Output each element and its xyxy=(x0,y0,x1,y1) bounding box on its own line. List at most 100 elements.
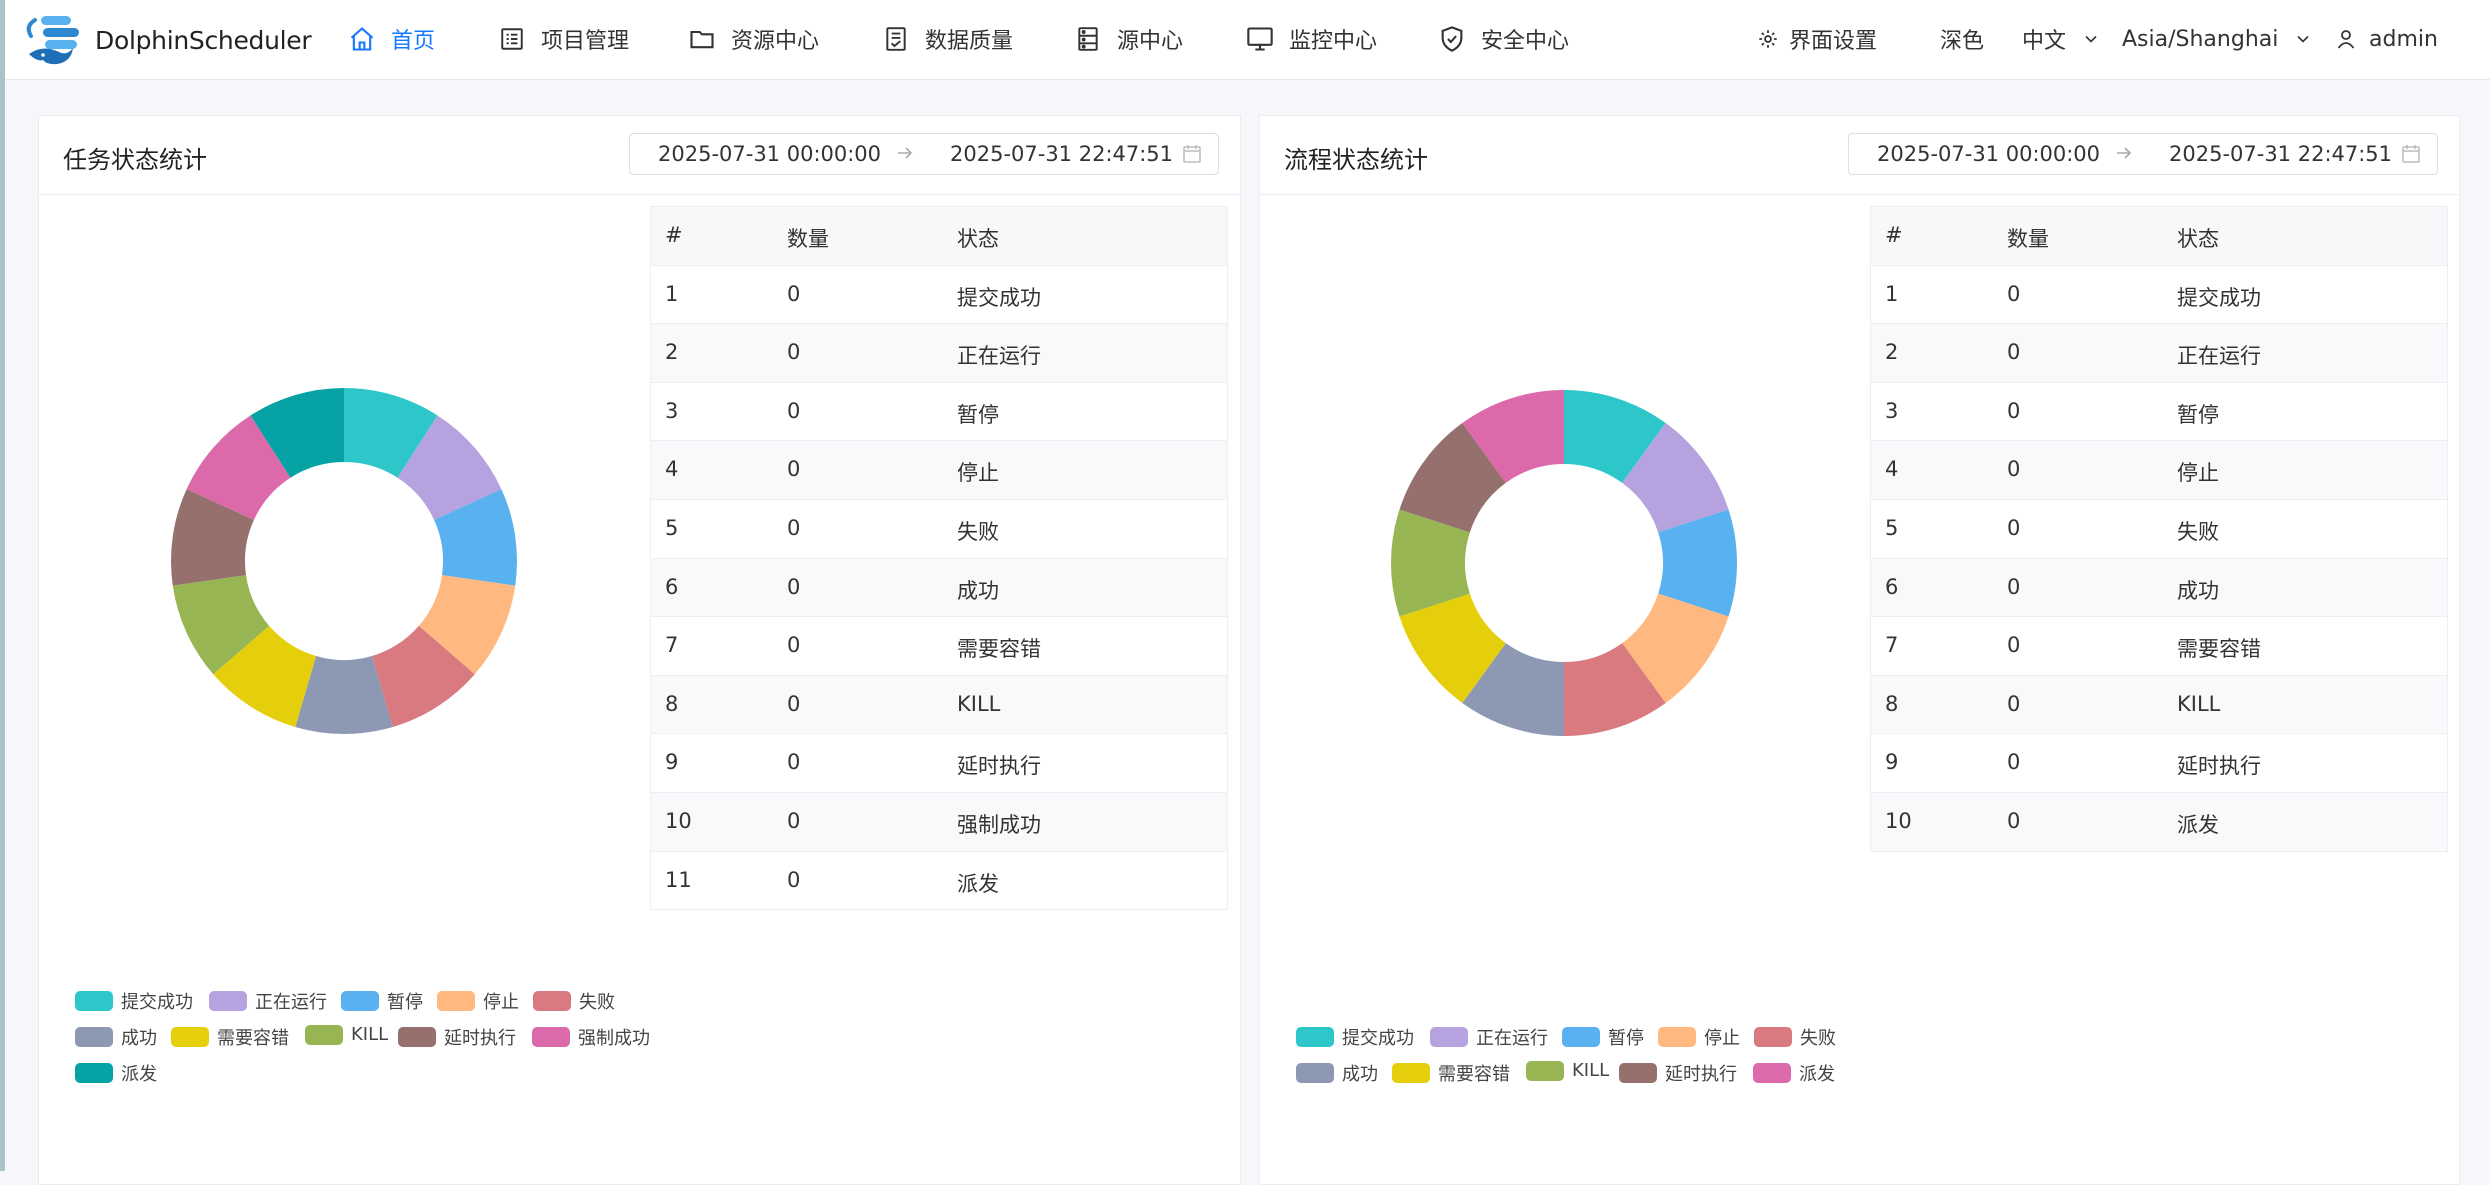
table-cell: 8 xyxy=(665,691,679,716)
legend-item[interactable]: 提交成功 xyxy=(1296,1024,1414,1050)
legend-swatch xyxy=(1296,1027,1334,1047)
legend-label: 派发 xyxy=(1799,1064,1835,1085)
card-title: 任务状态统计 xyxy=(63,146,207,174)
table-cell: 6 xyxy=(1885,574,1899,599)
table-row: 9 0 延时执行 xyxy=(651,734,1227,793)
table-row: 2 0 正在运行 xyxy=(1871,324,2447,383)
legend-label: 派发 xyxy=(121,1064,157,1085)
legend-item[interactable]: 停止 xyxy=(437,988,519,1014)
legend-item[interactable]: 暂停 xyxy=(1562,1024,1644,1050)
timezone-select[interactable]: Asia/Shanghai xyxy=(2122,0,2310,78)
table-cell: 正在运行 xyxy=(957,344,1041,369)
table-row: 8 0 KILL xyxy=(651,675,1227,735)
table-cell: 提交成功 xyxy=(2177,285,2261,310)
legend-item[interactable]: 需要容错 xyxy=(1392,1060,1510,1086)
arrow-right-icon xyxy=(2114,143,2134,168)
table-cell: 停止 xyxy=(2177,461,2219,486)
table-cell: 暂停 xyxy=(957,402,999,427)
date-range-picker[interactable]: 2025-07-31 00:00:00 2025-07-31 22:47:51 xyxy=(1848,133,2438,175)
interface-settings-label: 界面设置 xyxy=(1789,29,1878,54)
legend-swatch xyxy=(532,1027,570,1047)
top-navigation-bar: DolphinScheduler 首页 项目管理 资源中心 数据质量 源中心 监 xyxy=(5,0,2490,80)
legend-item[interactable]: 提交成功 xyxy=(75,988,193,1014)
nav-item-resources[interactable]: 资源中心 xyxy=(687,0,819,78)
legend-item[interactable]: 派发 xyxy=(75,1060,157,1086)
legend-item[interactable]: 失败 xyxy=(533,988,615,1014)
legend-item[interactable]: KILL xyxy=(1526,1060,1609,1081)
date-end-input[interactable]: 2025-07-31 22:47:51 xyxy=(950,142,1173,166)
date-end-input[interactable]: 2025-07-31 22:47:51 xyxy=(2169,142,2392,166)
date-start-input[interactable]: 2025-07-31 00:00:00 xyxy=(658,142,881,166)
legend-swatch xyxy=(1658,1027,1696,1047)
legend-item[interactable]: 强制成功 xyxy=(532,1024,650,1050)
table-cell: 10 xyxy=(1885,809,1912,833)
theme-label: 深色 xyxy=(1940,29,1985,54)
table-row: 4 0 停止 xyxy=(651,441,1227,500)
nav-item-home[interactable]: 首页 xyxy=(347,0,435,78)
window-edge xyxy=(0,0,5,1171)
legend-label: 正在运行 xyxy=(1476,1028,1548,1049)
legend-swatch xyxy=(533,991,571,1011)
legend-item[interactable]: 暂停 xyxy=(341,988,423,1014)
user-menu[interactable]: admin xyxy=(2337,0,2438,78)
legend-swatch xyxy=(437,991,475,1011)
calendar-icon[interactable] xyxy=(1182,144,1202,169)
nav-label: 资源中心 xyxy=(731,29,820,54)
legend-item[interactable]: 成功 xyxy=(1296,1060,1378,1086)
legend-label: 失败 xyxy=(1800,1028,1836,1049)
table-row: 5 0 失败 xyxy=(651,500,1227,559)
table-cell: 9 xyxy=(665,750,679,775)
table-row: 5 0 失败 xyxy=(1871,500,2447,559)
legend-swatch xyxy=(1392,1063,1430,1083)
table-header-cell: 状态 xyxy=(2177,227,2219,251)
table-cell: 延时执行 xyxy=(957,754,1041,779)
table-cell: 6 xyxy=(665,574,679,599)
legend-item[interactable]: 延时执行 xyxy=(1619,1060,1737,1086)
interface-settings-button[interactable]: 界面设置 xyxy=(1757,0,1877,78)
table-cell: 7 xyxy=(1885,633,1899,658)
table-header-cell: 数量 xyxy=(787,227,829,251)
language-select[interactable]: 中文 xyxy=(2022,0,2098,78)
legend-label: 停止 xyxy=(483,992,519,1013)
legend-item[interactable]: KILL xyxy=(305,1024,388,1045)
legend-item[interactable]: 延时执行 xyxy=(398,1024,516,1050)
legend-label: 提交成功 xyxy=(121,992,193,1013)
nav-item-projects[interactable]: 项目管理 xyxy=(497,0,629,78)
theme-toggle[interactable]: 深色 xyxy=(1940,0,1984,78)
legend-swatch xyxy=(75,1027,113,1047)
legend-item[interactable]: 派发 xyxy=(1753,1060,1835,1086)
table-cell: 需要容错 xyxy=(957,637,1041,662)
gear-icon xyxy=(1757,28,1779,50)
table-row: 7 0 需要容错 xyxy=(651,617,1227,676)
card-header: 流程状态统计 2025-07-31 00:00:00 2025-07-31 22… xyxy=(1260,116,2459,195)
table-cell: 正在运行 xyxy=(2177,344,2261,369)
legend-swatch xyxy=(1562,1027,1600,1047)
legend-item[interactable]: 停止 xyxy=(1658,1024,1740,1050)
nav-item-monitor[interactable]: 监控中心 xyxy=(1245,0,1377,78)
legend-label: 提交成功 xyxy=(1342,1028,1414,1049)
legend-label: 需要容错 xyxy=(1438,1064,1510,1085)
table-cell: 0 xyxy=(787,691,801,716)
legend-item[interactable]: 成功 xyxy=(75,1024,157,1050)
nav-item-security[interactable]: 安全中心 xyxy=(1437,0,1569,78)
table-row: 3 0 暂停 xyxy=(651,383,1227,442)
dolphinscheduler-logo[interactable] xyxy=(21,10,91,70)
table-cell: 0 xyxy=(787,574,801,599)
calendar-icon[interactable] xyxy=(2401,144,2421,169)
nav-item-datasource[interactable]: 源中心 xyxy=(1073,0,1183,78)
date-range-picker[interactable]: 2025-07-31 00:00:00 2025-07-31 22:47:51 xyxy=(629,133,1219,175)
task-status-card: 任务状态统计 2025-07-31 00:00:00 2025-07-31 22… xyxy=(38,115,1241,1185)
nav-item-data-quality[interactable]: 数据质量 xyxy=(881,0,1013,78)
table-row: 9 0 延时执行 xyxy=(1871,734,2447,793)
nav-label: 首页 xyxy=(391,29,436,54)
legend-item[interactable]: 正在运行 xyxy=(1430,1024,1548,1050)
legend-item[interactable]: 需要容错 xyxy=(171,1024,289,1050)
nav-label: 安全中心 xyxy=(1481,29,1570,54)
table-row: 8 0 KILL xyxy=(1871,675,2447,735)
date-start-input[interactable]: 2025-07-31 00:00:00 xyxy=(1877,142,2100,166)
shield-icon xyxy=(1437,24,1467,54)
table-header-cell: # xyxy=(1885,223,1903,247)
monitor-icon xyxy=(1245,24,1275,54)
legend-item[interactable]: 正在运行 xyxy=(209,988,327,1014)
legend-item[interactable]: 失败 xyxy=(1754,1024,1836,1050)
